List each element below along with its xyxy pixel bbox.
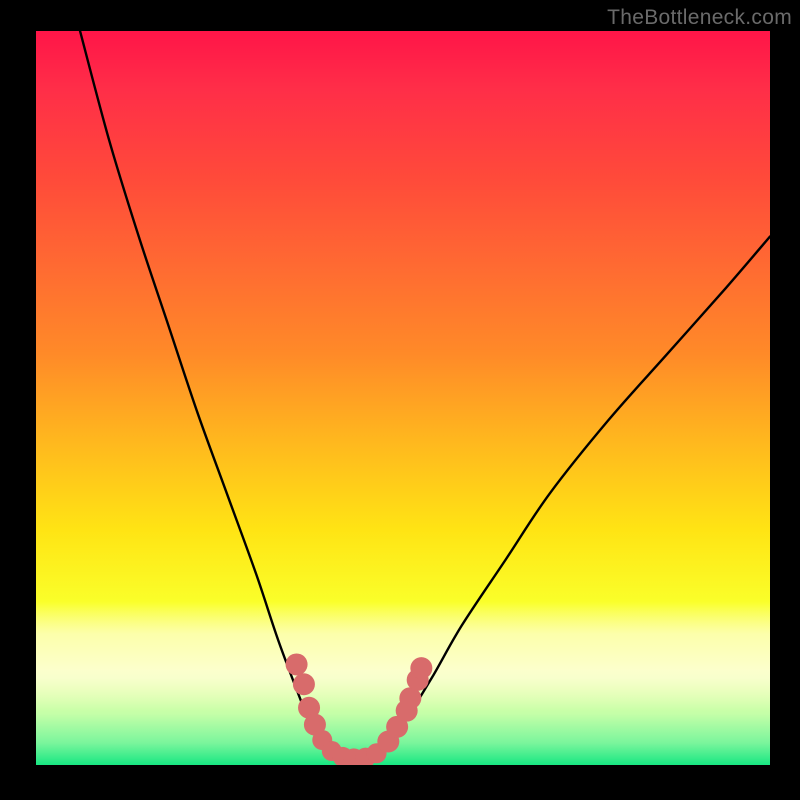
bottleneck-curve bbox=[80, 31, 770, 760]
plot-area bbox=[36, 31, 770, 765]
emphasis-dot bbox=[410, 657, 432, 679]
emphasis-dots-group bbox=[286, 653, 433, 765]
emphasis-dot bbox=[293, 673, 315, 695]
curve-layer bbox=[36, 31, 770, 765]
emphasis-dot bbox=[286, 653, 308, 675]
frame: TheBottleneck.com bbox=[0, 0, 800, 800]
watermark-text: TheBottleneck.com bbox=[607, 6, 792, 30]
